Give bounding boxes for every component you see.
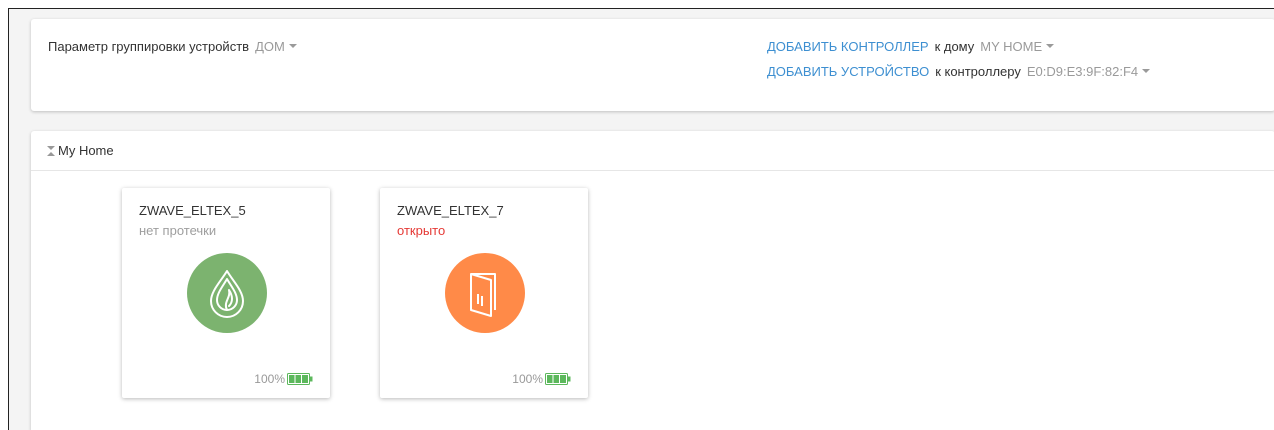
device-icon-circle (445, 253, 525, 333)
device-card[interactable]: ZWAVE_ELTEX_5 нет протечки 100% (122, 188, 330, 398)
water-drop-icon (210, 270, 244, 318)
grouping-value: ДОМ (255, 39, 285, 54)
add-controller-text: к дому (934, 39, 975, 54)
device-card[interactable]: ZWAVE_ELTEX_7 открыто 100% (380, 188, 588, 398)
home-panel: My Home ZWAVE_ELTEX_5 нет протечки 100% (31, 131, 1274, 430)
caret-down-icon (288, 44, 297, 49)
collapse-icon (47, 145, 55, 156)
add-controller-link[interactable]: ДОБАВИТЬ КОНТРОЛЛЕР (767, 39, 929, 54)
controller-dropdown-value: E0:D9:E3:9F:82:F4 (1026, 64, 1139, 79)
grouping-label: Параметр группировки устройств (48, 39, 250, 54)
device-status: нет протечки (139, 223, 217, 238)
door-open-icon (470, 273, 496, 317)
add-controller-row: ДОБАВИТЬ КОНТРОЛЛЕР к дому MY HOME (767, 39, 1055, 54)
add-device-text: к контроллеру (935, 64, 1021, 79)
add-device-link[interactable]: ДОБАВИТЬ УСТРОЙСТВО (767, 64, 929, 79)
device-name: ZWAVE_ELTEX_5 (139, 203, 246, 218)
home-dropdown[interactable]: MY HOME (980, 39, 1055, 54)
controller-dropdown[interactable]: E0:D9:E3:9F:82:F4 (1026, 64, 1151, 79)
grouping-parameter: Параметр группировки устройств ДОМ (48, 39, 297, 54)
battery-icon (287, 373, 313, 385)
battery-indicator: 100% (512, 372, 571, 386)
battery-indicator: 100% (254, 372, 313, 386)
device-status: открыто (397, 223, 446, 238)
caret-down-icon (1046, 44, 1055, 49)
device-icon-circle (187, 253, 267, 333)
home-header[interactable]: My Home (31, 131, 1274, 171)
add-device-row: ДОБАВИТЬ УСТРОЙСТВО к контроллеру E0:D9:E3… (767, 64, 1151, 79)
home-dropdown-value: MY HOME (980, 39, 1043, 54)
home-title: My Home (58, 143, 114, 158)
battery-icon (545, 373, 571, 385)
battery-level: 100% (512, 372, 543, 386)
app-frame: Параметр группировки устройств ДОМ ДОБАВИ… (8, 8, 1274, 430)
settings-panel: Параметр группировки устройств ДОМ ДОБАВИ… (31, 19, 1274, 111)
caret-down-icon (1142, 69, 1151, 74)
device-name: ZWAVE_ELTEX_7 (397, 203, 504, 218)
battery-level: 100% (254, 372, 285, 386)
grouping-dropdown[interactable]: ДОМ (255, 39, 297, 54)
